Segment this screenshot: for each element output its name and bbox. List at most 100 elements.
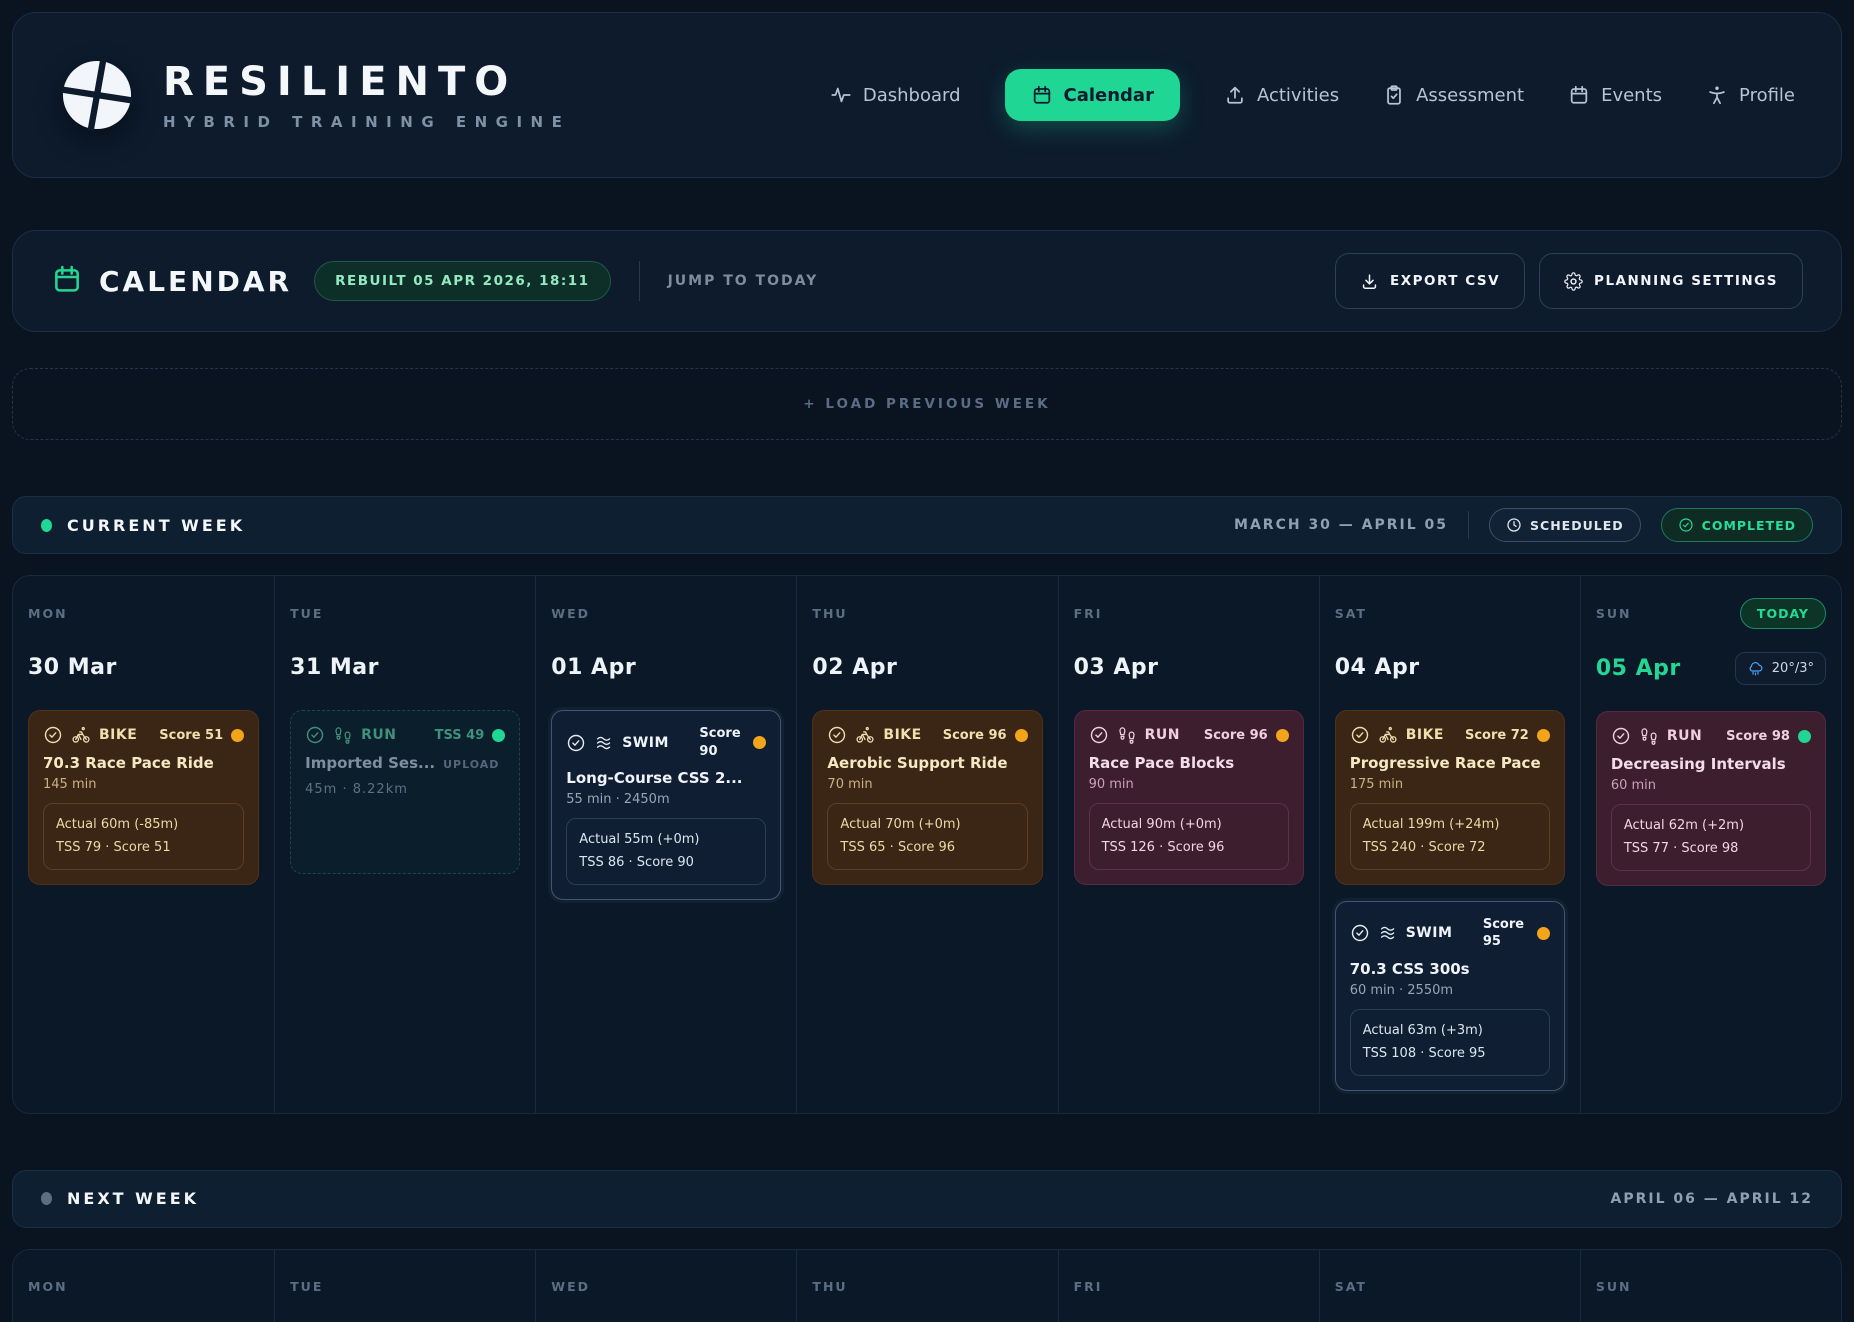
divider	[1468, 511, 1469, 539]
footprints-icon	[1117, 725, 1137, 745]
actual-tss: TSS 86 · Score 90	[579, 851, 753, 874]
workout-card[interactable]: BIKE Score 72 Progressive Race Pace 175 …	[1335, 710, 1565, 885]
workout-meta: 45m · 8.22km	[305, 782, 505, 797]
day-label: TUE	[290, 1279, 323, 1294]
actual-duration: Actual 60m (-85m)	[56, 813, 231, 836]
sport-label: BIKE	[99, 727, 137, 743]
nav-item-dashboard[interactable]: Dashboard	[830, 84, 961, 106]
resiliento-logo-icon	[59, 57, 135, 133]
bike-icon	[1378, 725, 1398, 745]
day-column-fri: FRI 03 Apr RUN Score 96 Race Pace Blocks…	[1058, 576, 1319, 1113]
next-week-grid: MON 06 Apr TUE 07 Apr WED 08 Apr THU 09 …	[12, 1249, 1842, 1322]
workout-card[interactable]: BIKE Score 51 70.3 Race Pace Ride 145 mi…	[28, 710, 259, 885]
jump-to-today-button[interactable]: JUMP TO TODAY	[668, 273, 819, 289]
day-column-tue: TUE 31 Mar RUN TSS 49 Imported Ses... UP…	[274, 576, 535, 1113]
actual-duration: Actual 62m (+2m)	[1624, 814, 1798, 837]
divider	[639, 261, 640, 301]
day-column-sun: SUN 12 Apr	[1580, 1250, 1841, 1322]
workout-card[interactable]: SWIM Score 90 Long-Course CSS 2... 55 mi…	[551, 710, 781, 900]
person-icon	[1706, 84, 1728, 106]
nav-label: Assessment	[1416, 85, 1524, 106]
day-date: 05 Apr	[1596, 656, 1681, 681]
sport-label: SWIM	[1406, 925, 1453, 941]
scheduled-label: SCHEDULED	[1530, 518, 1624, 533]
brand: RESILIENTO HYBRID TRAINING ENGINE	[59, 57, 570, 133]
actual-tss: TSS 240 · Score 72	[1363, 836, 1537, 859]
actual-duration: Actual 199m (+24m)	[1363, 813, 1537, 836]
actual-box: Actual 199m (+24m) TSS 240 · Score 72	[1350, 803, 1550, 870]
score-label: Score 98	[1726, 729, 1790, 744]
next-week-dot	[41, 1192, 52, 1205]
workout-card[interactable]: SWIM Score 95 70.3 CSS 300s 60 min · 255…	[1335, 901, 1565, 1091]
load-previous-week-button[interactable]: + LOAD PREVIOUS WEEK	[12, 368, 1842, 440]
check-circle-icon	[566, 733, 586, 753]
workout-card[interactable]: BIKE Score 96 Aerobic Support Ride 70 mi…	[812, 710, 1042, 885]
day-column-sat: SAT 04 Apr BIKE Score 72 Progressive Rac…	[1319, 576, 1580, 1113]
day-column-thu: THU 09 Apr	[796, 1250, 1057, 1322]
actual-tss: TSS 65 · Score 96	[840, 836, 1014, 859]
workout-card[interactable]: RUN Score 96 Race Pace Blocks 90 min Act…	[1074, 710, 1304, 885]
workout-meta: 145 min	[43, 777, 244, 792]
actual-tss: TSS 108 · Score 95	[1363, 1042, 1537, 1065]
sport-label: RUN	[1145, 727, 1180, 743]
current-week-label: CURRENT WEEK	[67, 516, 245, 535]
workout-title: Imported Ses...	[305, 754, 435, 772]
completed-legend-badge[interactable]: COMPLETED	[1661, 508, 1813, 542]
calendar-icon	[51, 263, 83, 299]
actual-duration: Actual 70m (+0m)	[840, 813, 1014, 836]
main-nav: Dashboard Calendar Activities Assessment…	[830, 69, 1795, 121]
check-circle-icon	[827, 725, 847, 745]
upload-tag: UPLOAD	[443, 758, 499, 771]
workout-card[interactable]: RUN Score 98 Decreasing Intervals 60 min…	[1596, 711, 1826, 886]
clock-icon	[1506, 517, 1522, 533]
nav-label: Activities	[1257, 85, 1339, 106]
upload-icon	[1224, 84, 1246, 106]
nav-item-profile[interactable]: Profile	[1706, 84, 1795, 106]
score-label: Score 95	[1483, 916, 1529, 951]
check-circle-icon	[1350, 923, 1370, 943]
nav-item-activities[interactable]: Activities	[1224, 84, 1339, 106]
status-dot	[1015, 729, 1028, 742]
sport-label: RUN	[361, 727, 396, 743]
score-label: Score 96	[943, 728, 1007, 743]
imported-workout-card[interactable]: RUN TSS 49 Imported Ses... UPLOAD 45m · …	[290, 710, 520, 874]
actual-box: Actual 70m (+0m) TSS 65 · Score 96	[827, 803, 1027, 870]
actual-duration: Actual 63m (+3m)	[1363, 1019, 1537, 1042]
export-csv-button[interactable]: EXPORT CSV	[1335, 253, 1525, 309]
workout-title: 70.3 CSS 300s	[1350, 960, 1550, 978]
check-circle-icon	[305, 725, 325, 745]
sport-label: BIKE	[883, 727, 921, 743]
sport-label: SWIM	[622, 735, 669, 751]
workout-title: Decreasing Intervals	[1611, 755, 1811, 773]
day-column-mon: MON 06 Apr	[13, 1250, 274, 1322]
score-label: Score 72	[1465, 728, 1529, 743]
actual-tss: TSS 126 · Score 96	[1102, 836, 1276, 859]
actual-box: Actual 62m (+2m) TSS 77 · Score 98	[1611, 804, 1811, 871]
waves-icon	[594, 733, 614, 753]
nav-item-calendar[interactable]: Calendar	[1005, 69, 1180, 121]
workout-meta: 60 min · 2550m	[1350, 983, 1550, 998]
activity-icon	[830, 84, 852, 106]
nav-label: Events	[1601, 85, 1662, 106]
nav-item-assessment[interactable]: Assessment	[1383, 84, 1524, 106]
workout-meta: 55 min · 2450m	[566, 792, 766, 807]
check-circle-icon	[1350, 725, 1370, 745]
bike-icon	[71, 725, 91, 745]
calendar-page: RESILIENTO HYBRID TRAINING ENGINE Dashbo…	[0, 0, 1854, 1322]
sport-label: RUN	[1667, 728, 1702, 744]
nav-item-events[interactable]: Events	[1568, 84, 1662, 106]
workout-title: Progressive Race Pace	[1350, 754, 1550, 772]
current-week-meta: MARCH 30 — APRIL 05 SCHEDULED COMPLETED	[1234, 508, 1813, 542]
scheduled-legend-badge[interactable]: SCHEDULED	[1489, 508, 1641, 542]
status-dot	[1276, 729, 1289, 742]
workout-title: Race Pace Blocks	[1089, 754, 1289, 772]
planning-settings-button[interactable]: PLANNING SETTINGS	[1539, 253, 1803, 309]
workout-title: Aerobic Support Ride	[827, 754, 1027, 772]
brand-title: RESILIENTO	[163, 59, 570, 105]
score-label: Score 90	[699, 725, 745, 760]
nav-label: Profile	[1739, 85, 1795, 106]
day-column-sun: SUN TODAY 05 Apr 20°/3° RUN Score 98 D	[1580, 576, 1841, 1113]
day-date: 04 Apr	[1335, 655, 1420, 680]
download-icon	[1360, 272, 1379, 291]
status-dot	[1537, 927, 1550, 940]
